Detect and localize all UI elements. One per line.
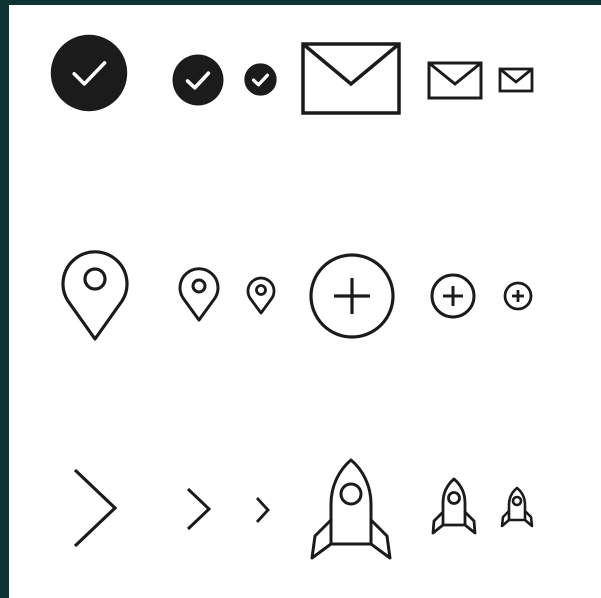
plus-circle-small-icon bbox=[503, 281, 533, 311]
map-pin-small-icon bbox=[246, 275, 276, 315]
rocket-small-icon bbox=[500, 486, 534, 528]
check-circle-medium-icon bbox=[172, 54, 224, 106]
envelope-small-icon bbox=[498, 67, 534, 93]
chevron-right-medium-icon bbox=[185, 486, 213, 532]
rocket-medium-icon bbox=[430, 476, 478, 536]
map-pin-large-icon bbox=[59, 246, 131, 342]
envelope-medium-icon bbox=[427, 61, 483, 100]
plus-circle-medium-icon bbox=[430, 273, 476, 319]
chevron-right-small-icon bbox=[254, 495, 272, 525]
envelope-large-icon bbox=[301, 42, 401, 115]
icon-sheet bbox=[9, 5, 601, 598]
map-pin-medium-icon bbox=[177, 265, 221, 323]
check-circle-small-icon bbox=[244, 63, 277, 96]
plus-circle-large-icon bbox=[309, 253, 395, 339]
chevron-right-large-icon bbox=[71, 467, 121, 549]
rocket-large-icon bbox=[307, 456, 395, 562]
check-circle-large-icon bbox=[50, 34, 128, 112]
